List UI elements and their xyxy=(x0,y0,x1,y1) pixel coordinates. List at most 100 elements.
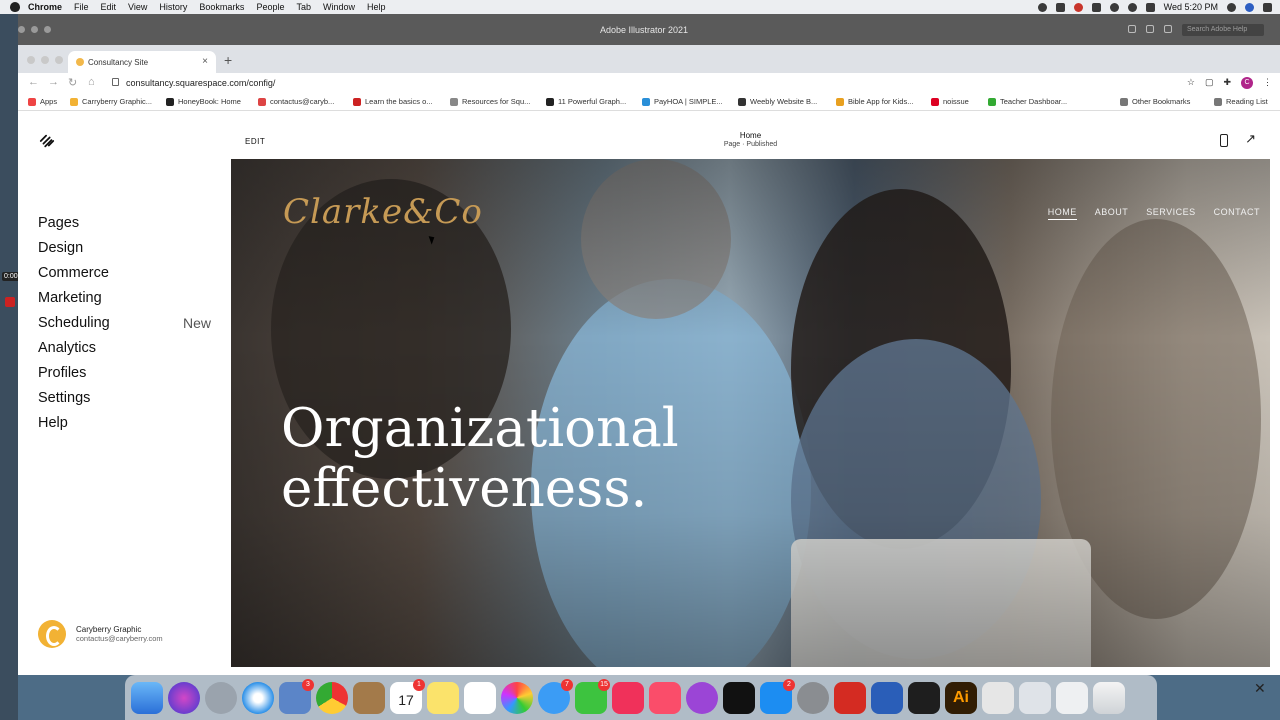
sq-nav-item-pages[interactable]: Pages xyxy=(38,213,211,238)
open-in-new-icon[interactable]: ↗ xyxy=(1245,131,1256,147)
back-icon[interactable]: ← xyxy=(28,76,39,88)
word-icon[interactable] xyxy=(871,681,903,714)
site-nav-about[interactable]: ABOUT xyxy=(1095,207,1129,220)
sq-nav-item-settings[interactable]: Settings xyxy=(38,388,211,413)
photos-icon[interactable] xyxy=(501,681,533,714)
bookmark-item[interactable]: noissue xyxy=(931,97,969,106)
news-icon[interactable] xyxy=(612,681,644,714)
trash-icon[interactable] xyxy=(1093,681,1125,714)
menu-tab[interactable]: Tab xyxy=(296,2,311,12)
site-nav-contact[interactable]: CONTACT xyxy=(1214,207,1260,220)
bookmark-item[interactable]: Apps xyxy=(28,97,57,106)
menu-window[interactable]: Window xyxy=(323,2,355,12)
calendar-icon[interactable]: 17 1 xyxy=(390,678,425,714)
illustrator-toolbar-icons[interactable] xyxy=(1128,25,1172,33)
facetime-icon[interactable]: 15 xyxy=(575,678,610,714)
extension-icon[interactable]: ▢ xyxy=(1205,77,1214,89)
menu-view[interactable]: View xyxy=(128,2,147,12)
control-center-icon[interactable] xyxy=(1145,2,1155,12)
adobe-help-search[interactable]: Search Adobe Help xyxy=(1182,24,1264,36)
archive-utility-icon[interactable] xyxy=(982,681,1014,714)
menubar-clock[interactable]: Wed 5:20 PM xyxy=(1164,2,1218,12)
music-icon[interactable] xyxy=(649,681,681,714)
close-icon[interactable]: ✕ xyxy=(1254,680,1266,697)
sq-nav-item-commerce[interactable]: Commerce xyxy=(38,263,211,288)
new-tab-icon[interactable]: + xyxy=(224,52,232,68)
dropbox-icon[interactable] xyxy=(1055,2,1065,12)
bookmark-item[interactable]: Other Bookmarks xyxy=(1120,97,1190,106)
launchpad-icon[interactable] xyxy=(205,681,237,714)
squarespace-logo-icon[interactable] xyxy=(38,133,56,149)
messages-icon[interactable]: 7 xyxy=(538,678,573,714)
reload-icon[interactable]: ↻ xyxy=(68,76,77,89)
podcasts-icon[interactable] xyxy=(686,681,718,714)
account-profile[interactable]: Caryberry Graphic contactus@caryberry.co… xyxy=(38,620,163,648)
hero-banner[interactable]: Clarke&Co HOME ABOUT SERVICES CONTACT Or… xyxy=(231,159,1270,667)
documents-stack-icon[interactable] xyxy=(1056,681,1088,714)
apple-icon[interactable] xyxy=(10,2,20,12)
bookmark-item[interactable]: 11 Powerful Graph... xyxy=(546,97,626,106)
profile-avatar[interactable]: C xyxy=(1241,77,1253,89)
menu-people[interactable]: People xyxy=(256,2,284,12)
mobile-preview-icon[interactable] xyxy=(1220,134,1228,147)
close-tab-icon[interactable]: × xyxy=(202,56,208,67)
bookmark-item[interactable]: Reading List xyxy=(1214,97,1268,106)
siri-dock-icon[interactable] xyxy=(168,681,200,714)
illustrator-icon[interactable]: Ai xyxy=(945,681,977,714)
menu-app-chrome[interactable]: Chrome xyxy=(28,2,62,12)
finder-icon[interactable] xyxy=(131,681,163,714)
spotlight-search-icon[interactable] xyxy=(1227,2,1236,12)
gear-icon[interactable] xyxy=(1037,2,1047,12)
puzzle-extensions-icon[interactable]: ✚ xyxy=(1223,77,1231,89)
siri-icon[interactable] xyxy=(1245,2,1254,12)
menu-file[interactable]: File xyxy=(74,2,89,12)
address-bar[interactable]: consultancy.squarespace.com/config/ xyxy=(112,74,1152,91)
bookmark-item[interactable]: Weebly Website B... xyxy=(738,97,817,106)
bookmark-item[interactable]: Learn the basics o... xyxy=(353,97,433,106)
preview-icon[interactable]: 3 xyxy=(279,678,314,714)
bookmark-item[interactable]: Carryberry Graphic... xyxy=(70,97,152,106)
forward-icon[interactable]: → xyxy=(48,76,59,88)
hero-headline[interactable]: Organizational effectiveness. xyxy=(281,399,679,519)
wifi-icon[interactable] xyxy=(1127,2,1137,12)
site-nav-services[interactable]: SERVICES xyxy=(1146,207,1195,220)
reminders-icon[interactable] xyxy=(464,681,496,714)
contacts-icon[interactable] xyxy=(353,681,385,714)
bookmark-item[interactable]: Teacher Dashboar... xyxy=(988,97,1067,106)
notification-center-icon[interactable] xyxy=(1263,2,1272,12)
display-icon[interactable] xyxy=(1091,2,1101,12)
site-logo[interactable]: Clarke&Co xyxy=(283,192,483,232)
sq-nav-item-marketing[interactable]: Marketing xyxy=(38,288,211,313)
chrome-menu-icon[interactable]: ⋮ xyxy=(1263,77,1272,89)
bookmark-item[interactable]: Resources for Squ... xyxy=(450,97,530,106)
chrome-dock-icon[interactable] xyxy=(316,681,348,714)
system-preferences-icon[interactable] xyxy=(797,681,829,714)
bookmark-item[interactable]: PayHOA | SIMPLE... xyxy=(642,97,723,106)
bookmark-item[interactable]: contactus@caryb... xyxy=(258,97,334,106)
bookmark-item[interactable]: HoneyBook: Home xyxy=(166,97,241,106)
safari-icon[interactable] xyxy=(242,681,274,714)
menu-bookmarks[interactable]: Bookmarks xyxy=(199,2,244,12)
sq-nav-item-analytics[interactable]: Analytics xyxy=(38,338,211,363)
downloads-stack-icon[interactable] xyxy=(1019,681,1051,714)
sq-nav-item-profiles[interactable]: Profiles xyxy=(38,363,211,388)
bookmark-star-icon[interactable]: ☆ xyxy=(1187,77,1195,89)
tab-consultancy-site[interactable]: Consultancy Site × xyxy=(68,51,216,73)
bookmark-item[interactable]: Bible App for Kids... xyxy=(836,97,913,106)
notes-icon[interactable] xyxy=(427,681,459,714)
terminal-icon[interactable] xyxy=(908,681,940,714)
acrobat-icon[interactable] xyxy=(834,681,866,714)
menu-edit[interactable]: Edit xyxy=(101,2,117,12)
home-icon[interactable]: ⌂ xyxy=(88,76,95,88)
menu-history[interactable]: History xyxy=(159,2,187,12)
apple-tv-icon[interactable] xyxy=(723,681,755,714)
sq-nav-item-help[interactable]: Help xyxy=(38,413,211,438)
menu-help[interactable]: Help xyxy=(367,2,386,12)
site-nav-home[interactable]: HOME xyxy=(1047,207,1077,220)
chrome-window-controls[interactable] xyxy=(27,56,63,64)
record-stop-icon[interactable] xyxy=(5,297,15,307)
creative-cloud-icon[interactable] xyxy=(1073,2,1083,12)
bluetooth-icon[interactable] xyxy=(1109,2,1119,12)
app-store-icon[interactable]: 2 xyxy=(760,678,795,714)
sq-nav-item-scheduling[interactable]: Scheduling New xyxy=(38,313,211,338)
